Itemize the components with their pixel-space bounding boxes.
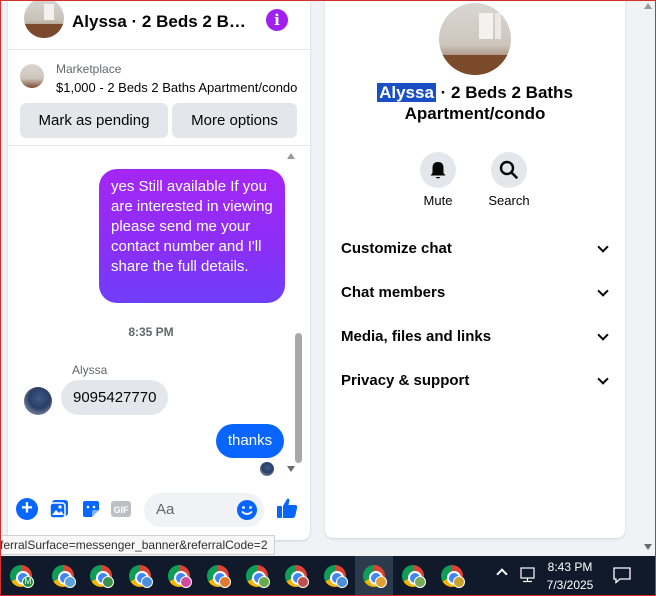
taskbar-chrome-button[interactable] (394, 556, 432, 596)
profile-badge (64, 576, 76, 588)
mark-as-pending-button[interactable]: Mark as pending (20, 103, 168, 138)
composer: + GIF Aa (8, 490, 310, 530)
conversation-avatar[interactable] (439, 3, 511, 75)
section-label: Media, files and links (341, 328, 492, 345)
marketplace-label: Marketplace (56, 62, 122, 76)
listing-thumbnail[interactable] (20, 64, 44, 88)
section-label: Chat members (341, 284, 446, 301)
mute-label: Mute (423, 193, 453, 208)
taskbar-chrome-button[interactable] (433, 556, 471, 596)
conversation-info-panel: Alyssa · 2 Beds 2 Baths Apartment/condo … (325, 0, 625, 538)
taskbar-chrome-button[interactable] (199, 556, 237, 596)
taskbar-chrome-button[interactable] (44, 556, 82, 596)
taskbar-clock-date[interactable]: 7/3/2025 (540, 578, 600, 592)
taskbar-chrome-button[interactable] (238, 556, 276, 596)
link-status-url: ferralSurface=messenger_banner&referralC… (0, 535, 275, 555)
chat-header: Alyssa · 2 Beds 2 Bat… i (8, 0, 310, 50)
message-outgoing[interactable]: thanks (216, 424, 284, 458)
chevron-down-icon (597, 329, 609, 341)
section-label: Customize chat (341, 240, 452, 257)
taskbar-chrome-button[interactable] (121, 556, 159, 596)
chat-avatar[interactable] (24, 0, 64, 38)
search-icon (499, 160, 518, 179)
bell-icon (430, 162, 446, 179)
profile-badge (453, 576, 465, 588)
taskbar-chrome-button[interactable] (82, 556, 120, 596)
section-label: Privacy & support (341, 372, 470, 389)
taskbar-chrome-button[interactable] (277, 556, 315, 596)
sender-name: Alyssa (72, 363, 108, 377)
chevron-down-icon (597, 285, 609, 297)
taskbar-clock-time[interactable]: 8:43 PM (540, 560, 600, 574)
profile-badge (102, 576, 114, 588)
notification-icon[interactable] (612, 566, 632, 584)
taskbar-chrome-button-active[interactable] (355, 556, 393, 596)
message-incoming[interactable]: 9095427770 (61, 380, 169, 415)
emoji-icon[interactable] (236, 499, 258, 521)
profile-badge (219, 576, 231, 588)
chat-scrollbar-thumb[interactable] (295, 333, 302, 463)
conversation-name: Alyssa · 2 Beds 2 Baths Apartment/condo (325, 82, 625, 124)
sender-avatar[interactable] (24, 387, 52, 415)
profile-badge: M (22, 576, 34, 588)
info-icon[interactable]: i (266, 9, 288, 31)
marketplace-banner: Marketplace $1,000 - 2 Beds 2 Baths Apar… (8, 51, 310, 146)
taskbar-chrome-button[interactable] (160, 556, 198, 596)
search-button[interactable]: Search (479, 152, 539, 208)
profile-badge (375, 576, 387, 588)
thumbs-up-icon[interactable] (275, 496, 299, 520)
chat-scroll-down-arrow[interactable] (287, 466, 295, 472)
chat-panel: Alyssa · 2 Beds 2 Bat… i Marketplace $1,… (8, 0, 310, 540)
read-receipt-avatar (260, 462, 274, 476)
gif-icon[interactable]: GIF (110, 498, 132, 520)
section-customize-chat[interactable]: Customize chat (341, 234, 611, 264)
message-timestamp: 8:35 PM (128, 325, 174, 339)
svg-text:GIF: GIF (114, 505, 130, 515)
taskbar-chrome-button[interactable]: M (2, 556, 40, 596)
chat-title[interactable]: Alyssa · 2 Beds 2 Bat… (72, 12, 254, 32)
section-privacy-support[interactable]: Privacy & support (341, 366, 611, 396)
chat-scroll-up-arrow[interactable] (287, 153, 295, 159)
profile-badge (336, 576, 348, 588)
page-scroll-up-arrow[interactable] (644, 3, 652, 9)
chevron-down-icon (597, 241, 609, 253)
profile-badge (297, 576, 309, 588)
message-outgoing[interactable]: yes Still available If you are intereste… (99, 169, 285, 303)
conversation-name-highlight: Alyssa (377, 83, 436, 102)
network-icon[interactable] (518, 566, 538, 584)
profile-badge (258, 576, 270, 588)
sticker-icon[interactable] (80, 498, 102, 520)
taskbar-chrome-button[interactable] (316, 556, 354, 596)
search-label: Search (488, 193, 530, 208)
plus-icon[interactable]: + (16, 498, 38, 520)
mute-button[interactable]: Mute (408, 152, 468, 208)
section-chat-members[interactable]: Chat members (341, 278, 611, 308)
photo-icon[interactable] (48, 498, 70, 520)
more-options-button[interactable]: More options (172, 103, 297, 138)
listing-title[interactable]: $1,000 - 2 Beds 2 Baths Apartment/condo (56, 80, 297, 95)
page-scroll-down-arrow[interactable] (644, 544, 652, 550)
section-media-files-links[interactable]: Media, files and links (341, 322, 611, 352)
profile-badge (414, 576, 426, 588)
chevron-down-icon (597, 373, 609, 385)
profile-badge (141, 576, 153, 588)
profile-badge (180, 576, 192, 588)
